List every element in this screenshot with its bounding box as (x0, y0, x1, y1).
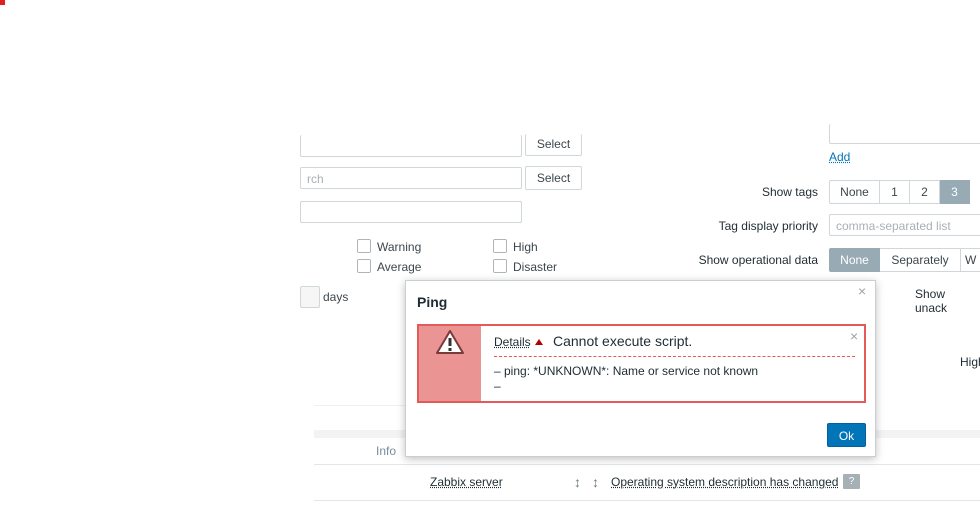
show-tags-none[interactable]: None (829, 180, 880, 204)
host-link[interactable]: Zabbix server (430, 475, 503, 489)
caret-up-icon (534, 339, 543, 345)
message-divider (494, 356, 855, 357)
show-tags-segmented[interactable]: None 1 2 3 (829, 180, 970, 204)
details-toggle[interactable]: Details (494, 335, 543, 349)
table-row: Zabbix server Operating system descripti… (314, 464, 980, 501)
ok-button[interactable]: Ok (827, 423, 866, 447)
warning-icon (436, 330, 464, 354)
error-icon-column (419, 326, 481, 401)
opdata-with-problem[interactable]: W (961, 248, 980, 272)
column-info: Info (376, 444, 397, 458)
corner-marker (0, 0, 5, 5)
error-title: Cannot execute script. (553, 333, 693, 349)
show-opdata-label: Show operational data (698, 253, 818, 267)
error-message-box: Details Cannot execute script. × – ping:… (417, 324, 866, 403)
error-detail-line: – (494, 379, 501, 393)
dialog-title: Ping (417, 294, 448, 310)
checkbox-disaster[interactable] (493, 259, 507, 273)
problem-field[interactable] (300, 201, 522, 223)
label-disaster: Disaster (513, 260, 558, 274)
label-average: Average (377, 260, 422, 274)
problem-link[interactable]: Operating system description has changed (611, 475, 838, 489)
select-button-1[interactable]: Select (525, 134, 582, 156)
tag-priority-field[interactable]: comma-separated list (829, 214, 980, 236)
show-tags-label: Show tags (761, 185, 818, 199)
select-button-2[interactable]: Select (525, 166, 582, 190)
opdata-none[interactable]: None (829, 248, 880, 272)
label-warning: Warning (377, 240, 422, 254)
days-label: days (323, 290, 349, 304)
dependency-down-icon: ↕ (574, 474, 581, 490)
error-detail-line: – ping: *UNKNOWN*: Name or service not k… (494, 364, 759, 378)
show-opdata-segmented[interactable]: None Separately W (829, 248, 980, 272)
host-search-field[interactable]: rch (300, 167, 522, 189)
add-tag-link[interactable]: Add (829, 150, 850, 164)
high-label-partial: High (960, 355, 980, 369)
details-label: Details (494, 335, 531, 349)
close-icon[interactable]: × (858, 283, 866, 299)
ping-dialog: Ping × Details Cannot execute script. × … (405, 280, 876, 457)
message-close-icon[interactable]: × (850, 328, 858, 344)
info-badge-icon[interactable]: ? (843, 474, 860, 489)
tag-priority-label: Tag display priority (718, 219, 818, 233)
dependency-up-icon: ↕ (592, 474, 599, 490)
checkbox-high[interactable] (493, 239, 507, 253)
tag-field[interactable] (829, 124, 980, 144)
opdata-separately[interactable]: Separately (880, 248, 961, 272)
show-tags-1[interactable]: 1 (880, 180, 910, 204)
host-group-field[interactable] (300, 135, 522, 157)
checkbox-warning[interactable] (357, 239, 371, 253)
show-tags-2[interactable]: 2 (910, 180, 940, 204)
checkbox-average[interactable] (357, 259, 371, 273)
show-unack-label: Show unack (915, 287, 948, 315)
age-days-field[interactable] (300, 286, 320, 308)
label-high: High (513, 240, 538, 254)
show-tags-3[interactable]: 3 (940, 180, 970, 204)
